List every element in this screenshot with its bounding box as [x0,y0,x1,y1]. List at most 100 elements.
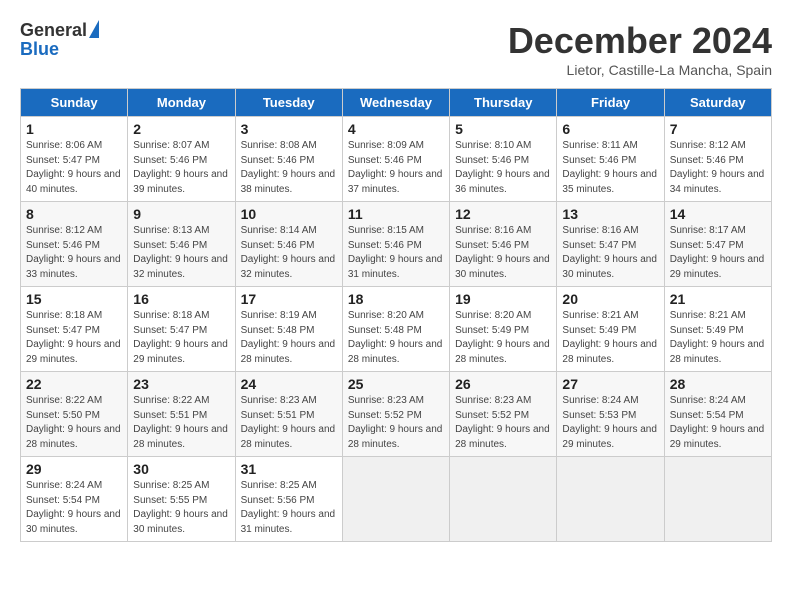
day-number: 22 [26,376,122,392]
sunset-text: Sunset: 5:52 PM [348,410,422,421]
sunset-text: Sunset: 5:49 PM [455,325,529,336]
calendar-cell: 1 Sunrise: 8:06 AM Sunset: 5:47 PM Dayli… [21,117,128,202]
sunrise-text: Sunrise: 8:18 AM [133,310,209,321]
sunrise-text: Sunrise: 8:20 AM [348,310,424,321]
day-info: Sunrise: 8:08 AM Sunset: 5:46 PM Dayligh… [241,139,337,197]
daylight-text: Daylight: 9 hours and 28 minutes. [241,339,336,365]
day-info: Sunrise: 8:11 AM Sunset: 5:46 PM Dayligh… [562,139,658,197]
calendar-week-3: 15 Sunrise: 8:18 AM Sunset: 5:47 PM Dayl… [21,287,772,372]
calendar-cell: 5 Sunrise: 8:10 AM Sunset: 5:46 PM Dayli… [450,117,557,202]
day-info: Sunrise: 8:18 AM Sunset: 5:47 PM Dayligh… [26,309,122,367]
sunset-text: Sunset: 5:48 PM [348,325,422,336]
sunrise-text: Sunrise: 8:19 AM [241,310,317,321]
day-info: Sunrise: 8:06 AM Sunset: 5:47 PM Dayligh… [26,139,122,197]
day-info: Sunrise: 8:25 AM Sunset: 5:55 PM Dayligh… [133,479,229,537]
sunset-text: Sunset: 5:46 PM [455,155,529,166]
sunrise-text: Sunrise: 8:08 AM [241,140,317,151]
sunset-text: Sunset: 5:46 PM [348,240,422,251]
sunrise-text: Sunrise: 8:16 AM [455,225,531,236]
logo-blue-text: Blue [20,39,99,60]
daylight-text: Daylight: 9 hours and 29 minutes. [133,339,228,365]
sunset-text: Sunset: 5:54 PM [670,410,744,421]
sunrise-text: Sunrise: 8:20 AM [455,310,531,321]
daylight-text: Daylight: 9 hours and 31 minutes. [241,509,336,535]
day-info: Sunrise: 8:10 AM Sunset: 5:46 PM Dayligh… [455,139,551,197]
sunset-text: Sunset: 5:49 PM [670,325,744,336]
calendar-cell: 19 Sunrise: 8:20 AM Sunset: 5:49 PM Dayl… [450,287,557,372]
day-number: 18 [348,291,444,307]
sunrise-text: Sunrise: 8:25 AM [133,480,209,491]
calendar-table: SundayMondayTuesdayWednesdayThursdayFrid… [20,88,772,542]
day-info: Sunrise: 8:17 AM Sunset: 5:47 PM Dayligh… [670,224,766,282]
sunset-text: Sunset: 5:46 PM [670,155,744,166]
daylight-text: Daylight: 9 hours and 28 minutes. [133,424,228,450]
daylight-text: Daylight: 9 hours and 28 minutes. [455,339,550,365]
calendar-cell: 13 Sunrise: 8:16 AM Sunset: 5:47 PM Dayl… [557,202,664,287]
day-info: Sunrise: 8:14 AM Sunset: 5:46 PM Dayligh… [241,224,337,282]
calendar-cell: 17 Sunrise: 8:19 AM Sunset: 5:48 PM Dayl… [235,287,342,372]
day-info: Sunrise: 8:16 AM Sunset: 5:46 PM Dayligh… [455,224,551,282]
day-info: Sunrise: 8:22 AM Sunset: 5:50 PM Dayligh… [26,394,122,452]
day-number: 28 [670,376,766,392]
daylight-text: Daylight: 9 hours and 39 minutes. [133,169,228,195]
day-info: Sunrise: 8:23 AM Sunset: 5:52 PM Dayligh… [455,394,551,452]
calendar-cell: 2 Sunrise: 8:07 AM Sunset: 5:46 PM Dayli… [128,117,235,202]
calendar-cell: 22 Sunrise: 8:22 AM Sunset: 5:50 PM Dayl… [21,372,128,457]
weekday-header-wednesday: Wednesday [342,89,449,117]
sunrise-text: Sunrise: 8:07 AM [133,140,209,151]
calendar-week-4: 22 Sunrise: 8:22 AM Sunset: 5:50 PM Dayl… [21,372,772,457]
calendar-cell: 21 Sunrise: 8:21 AM Sunset: 5:49 PM Dayl… [664,287,771,372]
sunrise-text: Sunrise: 8:23 AM [455,395,531,406]
logo-general-text: General [20,20,87,41]
calendar-cell: 27 Sunrise: 8:24 AM Sunset: 5:53 PM Dayl… [557,372,664,457]
day-number: 12 [455,206,551,222]
sunrise-text: Sunrise: 8:17 AM [670,225,746,236]
calendar-cell: 14 Sunrise: 8:17 AM Sunset: 5:47 PM Dayl… [664,202,771,287]
sunrise-text: Sunrise: 8:11 AM [562,140,637,151]
day-number: 7 [670,121,766,137]
sunset-text: Sunset: 5:47 PM [26,325,100,336]
calendar-cell: 31 Sunrise: 8:25 AM Sunset: 5:56 PM Dayl… [235,457,342,542]
day-number: 11 [348,206,444,222]
daylight-text: Daylight: 9 hours and 36 minutes. [455,169,550,195]
logo: General Blue [20,20,99,60]
sunset-text: Sunset: 5:56 PM [241,495,315,506]
day-info: Sunrise: 8:07 AM Sunset: 5:46 PM Dayligh… [133,139,229,197]
calendar-cell: 24 Sunrise: 8:23 AM Sunset: 5:51 PM Dayl… [235,372,342,457]
day-number: 13 [562,206,658,222]
calendar-cell [557,457,664,542]
title-block: December 2024 Lietor, Castille-La Mancha… [508,20,772,78]
calendar-cell: 15 Sunrise: 8:18 AM Sunset: 5:47 PM Dayl… [21,287,128,372]
sunset-text: Sunset: 5:47 PM [562,240,636,251]
sunrise-text: Sunrise: 8:23 AM [348,395,424,406]
sunrise-text: Sunrise: 8:23 AM [241,395,317,406]
daylight-text: Daylight: 9 hours and 35 minutes. [562,169,657,195]
weekday-header-thursday: Thursday [450,89,557,117]
calendar-cell [450,457,557,542]
day-number: 10 [241,206,337,222]
day-number: 31 [241,461,337,477]
calendar-cell: 16 Sunrise: 8:18 AM Sunset: 5:47 PM Dayl… [128,287,235,372]
sunrise-text: Sunrise: 8:24 AM [562,395,638,406]
daylight-text: Daylight: 9 hours and 32 minutes. [133,254,228,280]
sunrise-text: Sunrise: 8:06 AM [26,140,102,151]
day-info: Sunrise: 8:20 AM Sunset: 5:48 PM Dayligh… [348,309,444,367]
day-info: Sunrise: 8:12 AM Sunset: 5:46 PM Dayligh… [670,139,766,197]
sunset-text: Sunset: 5:47 PM [26,155,100,166]
daylight-text: Daylight: 9 hours and 28 minutes. [26,424,121,450]
calendar-cell: 9 Sunrise: 8:13 AM Sunset: 5:46 PM Dayli… [128,202,235,287]
day-info: Sunrise: 8:24 AM Sunset: 5:54 PM Dayligh… [26,479,122,537]
day-number: 20 [562,291,658,307]
day-number: 4 [348,121,444,137]
calendar-cell [342,457,449,542]
sunset-text: Sunset: 5:48 PM [241,325,315,336]
daylight-text: Daylight: 9 hours and 30 minutes. [133,509,228,535]
calendar-cell: 30 Sunrise: 8:25 AM Sunset: 5:55 PM Dayl… [128,457,235,542]
day-number: 8 [26,206,122,222]
day-info: Sunrise: 8:22 AM Sunset: 5:51 PM Dayligh… [133,394,229,452]
day-number: 21 [670,291,766,307]
daylight-text: Daylight: 9 hours and 28 minutes. [455,424,550,450]
day-info: Sunrise: 8:24 AM Sunset: 5:54 PM Dayligh… [670,394,766,452]
sunrise-text: Sunrise: 8:15 AM [348,225,424,236]
day-info: Sunrise: 8:23 AM Sunset: 5:51 PM Dayligh… [241,394,337,452]
